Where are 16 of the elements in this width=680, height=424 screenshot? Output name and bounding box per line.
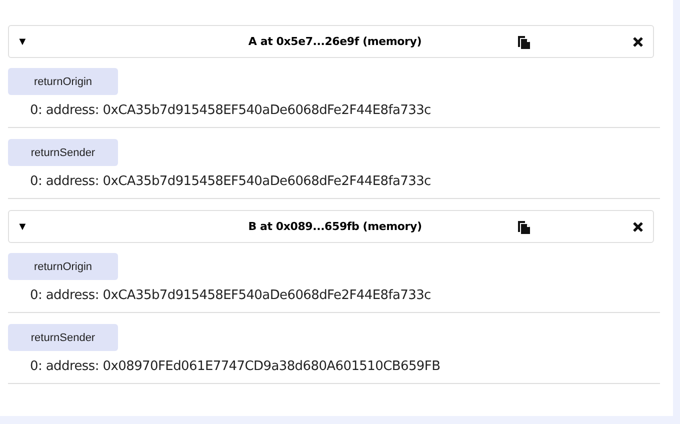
result-text: 0: address: 0xCA35b7d915458EF540aDe6068dFe2F44E8fa733c [29, 287, 432, 305]
copy-icon[interactable] [518, 220, 530, 234]
function-button[interactable]: returnOrigin [8, 253, 118, 280]
function-button[interactable]: returnSender [8, 139, 118, 166]
close-icon[interactable] [633, 36, 643, 46]
collapse-toggle[interactable]: ▼ [17, 220, 37, 232]
close-icon[interactable] [633, 222, 643, 232]
result-text: 0: address: 0xCA35b7d915458EF540aDe6068dFe2F44E8fa733c [29, 173, 432, 191]
instance-title: A at 0x5e7...26e9f (memory) [247, 35, 423, 48]
result-text: 0: address: 0xCA35b7d915458EF540aDe6068dFe2F44E8fa733c [29, 102, 432, 120]
function-button[interactable]: returnSender [8, 324, 118, 351]
result-text: 0: address: 0x08970FEd061E7747CD9a38d680A601510CB659FB [29, 358, 442, 376]
function-button[interactable]: returnOrigin [8, 68, 118, 95]
copy-icon[interactable] [518, 34, 530, 48]
collapse-toggle[interactable]: ▼ [17, 36, 37, 48]
instance-title: B at 0x089...659fb (memory) [247, 220, 423, 233]
